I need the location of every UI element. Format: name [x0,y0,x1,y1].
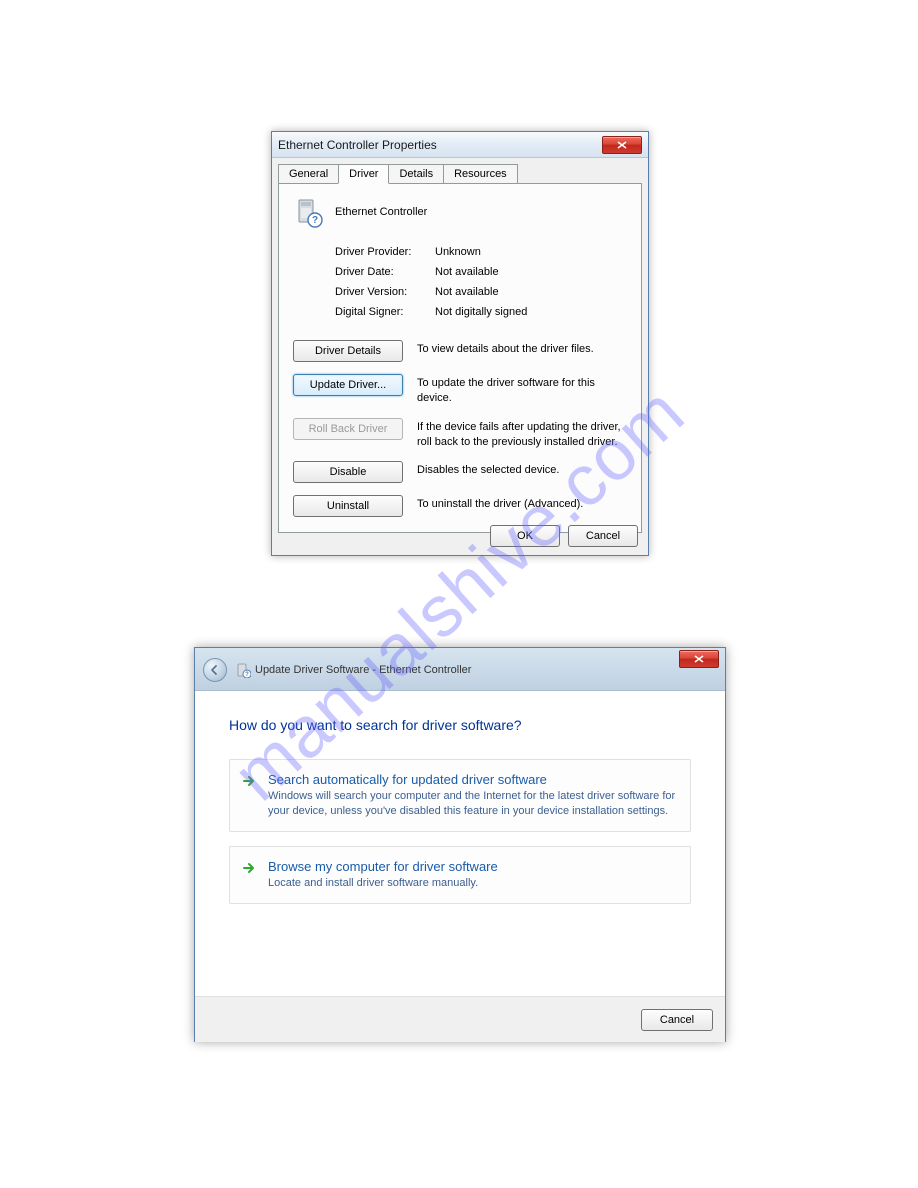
uninstall-desc: To uninstall the driver (Advanced). [417,495,627,512]
rollback-driver-desc: If the device fails after updating the d… [417,418,627,450]
option1-desc: Windows will search your computer and th… [268,789,676,819]
option2-title: Browse my computer for driver software [268,859,676,874]
date-label: Driver Date: [335,266,435,278]
version-value: Not available [435,286,627,298]
uninstall-button[interactable]: Uninstall [293,495,403,517]
window-title: Ethernet Controller Properties [278,138,602,152]
version-label: Driver Version: [335,286,435,298]
arrow-right-icon [242,774,256,788]
wizard-heading: How do you want to search for driver sof… [229,717,691,733]
cancel-button[interactable]: Cancel [568,525,638,547]
option2-desc: Locate and install driver software manua… [268,876,676,891]
close-icon [617,141,627,149]
driver-details-button[interactable]: Driver Details [293,340,403,362]
disable-button[interactable]: Disable [293,461,403,483]
device-small-icon: ? [235,662,251,678]
device-header: ? Ethernet Controller [293,196,627,228]
breadcrumb: Update Driver Software - Ethernet Contro… [255,664,471,676]
close-icon [694,655,704,663]
disable-desc: Disables the selected device. [417,461,627,478]
provider-value: Unknown [435,246,627,258]
tab-general[interactable]: General [278,164,339,184]
tab-resources[interactable]: Resources [443,164,518,184]
ok-button[interactable]: OK [490,525,560,547]
wizard-titlebar: ? Update Driver Software - Ethernet Cont… [195,648,725,691]
option-search-automatically[interactable]: Search automatically for updated driver … [229,759,691,832]
svg-text:?: ? [312,215,318,226]
tab-details[interactable]: Details [388,164,444,184]
device-icon: ? [293,196,325,228]
device-name: Ethernet Controller [335,206,427,218]
properties-dialog: Ethernet Controller Properties General D… [271,131,649,556]
signer-value: Not digitally signed [435,306,627,318]
update-driver-button[interactable]: Update Driver... [293,374,403,396]
update-driver-wizard: ? Update Driver Software - Ethernet Cont… [194,647,726,1042]
tab-strip: General Driver Details Resources [272,158,648,184]
signer-label: Digital Signer: [335,306,435,318]
dialog-footer: OK Cancel [490,525,638,547]
cancel-button[interactable]: Cancel [641,1009,713,1031]
tab-driver[interactable]: Driver [338,164,389,184]
svg-text:?: ? [245,672,249,678]
update-driver-desc: To update the driver software for this d… [417,374,627,406]
option1-title: Search automatically for updated driver … [268,772,676,787]
close-button[interactable] [679,650,719,668]
back-button[interactable] [203,658,227,682]
date-value: Not available [435,266,627,278]
titlebar: Ethernet Controller Properties [272,132,648,158]
wizard-body: How do you want to search for driver sof… [195,691,725,996]
tab-page-driver: ? Ethernet Controller Driver Provider: U… [278,183,642,533]
arrow-right-icon [242,861,256,875]
provider-label: Driver Provider: [335,246,435,258]
rollback-driver-button: Roll Back Driver [293,418,403,440]
driver-info-grid: Driver Provider: Unknown Driver Date: No… [335,246,627,318]
back-arrow-icon [209,664,221,676]
wizard-footer: Cancel [195,996,725,1042]
close-button[interactable] [602,136,642,154]
driver-details-desc: To view details about the driver files. [417,340,627,357]
option-browse-computer[interactable]: Browse my computer for driver software L… [229,846,691,904]
